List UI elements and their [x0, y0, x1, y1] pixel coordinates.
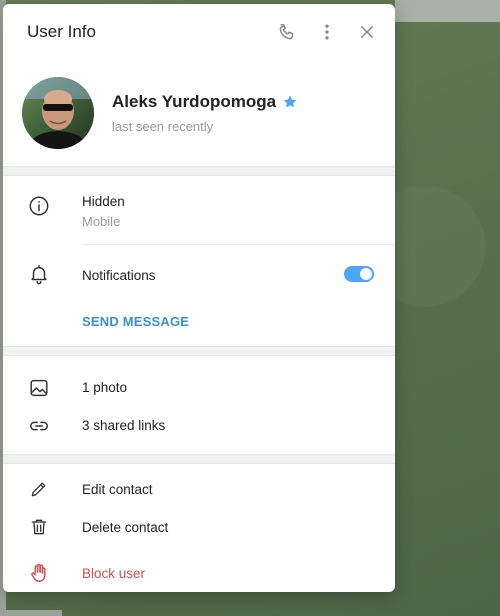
close-icon: [358, 23, 376, 41]
phone-value[interactable]: Hidden: [82, 194, 125, 209]
edit-contact-button[interactable]: Edit contact: [82, 482, 153, 497]
more-vertical-icon: [317, 22, 337, 42]
avatar[interactable]: [22, 77, 94, 149]
section-divider: [3, 346, 395, 356]
photo-icon: [27, 376, 51, 400]
shared-links-count[interactable]: 3 shared links: [82, 418, 165, 433]
photos-count[interactable]: 1 photo: [82, 380, 127, 395]
bell-icon: [27, 262, 51, 286]
dialog-title: User Info: [27, 22, 96, 41]
send-message-button[interactable]: SEND MESSAGE: [82, 314, 189, 329]
toggle-knob: [360, 268, 372, 280]
close-button[interactable]: [353, 18, 381, 46]
notifications-label: Notifications: [82, 268, 156, 283]
inner-divider: [82, 244, 395, 245]
user-info-dialog: User Info Aleks Yurdopomoga last seen re…: [3, 4, 395, 592]
delete-contact-button[interactable]: Delete contact: [82, 520, 168, 535]
profile-name-row: Aleks Yurdopomoga: [112, 92, 298, 112]
info-icon: [27, 194, 51, 218]
profile-section: [3, 60, 395, 166]
block-user-button[interactable]: Block user: [82, 566, 145, 581]
section-divider: [3, 454, 395, 464]
last-seen-status: last seen recently: [112, 119, 214, 134]
section-divider: [3, 166, 395, 176]
hand-stop-icon: [27, 561, 51, 585]
media-section: 1 photo 3 shared links: [3, 356, 395, 454]
phone-icon: [277, 22, 297, 42]
more-options-button[interactable]: [313, 18, 341, 46]
trash-icon: [27, 515, 51, 539]
left-panel-bottom-edge: [0, 610, 62, 616]
call-button[interactable]: [273, 18, 301, 46]
star-icon: [282, 94, 298, 110]
dialog-header: User Info: [3, 4, 395, 60]
profile-name: Aleks Yurdopomoga: [112, 92, 277, 111]
notifications-toggle[interactable]: [344, 266, 374, 282]
info-section: Hidden Mobile Notifications SEND MESSAGE: [3, 176, 395, 346]
chat-header-edge: [395, 0, 500, 22]
pencil-icon: [27, 477, 51, 501]
link-icon: [27, 414, 51, 438]
phone-label: Mobile: [82, 214, 121, 229]
actions-section: Edit contact Delete contact Block user: [3, 464, 395, 592]
